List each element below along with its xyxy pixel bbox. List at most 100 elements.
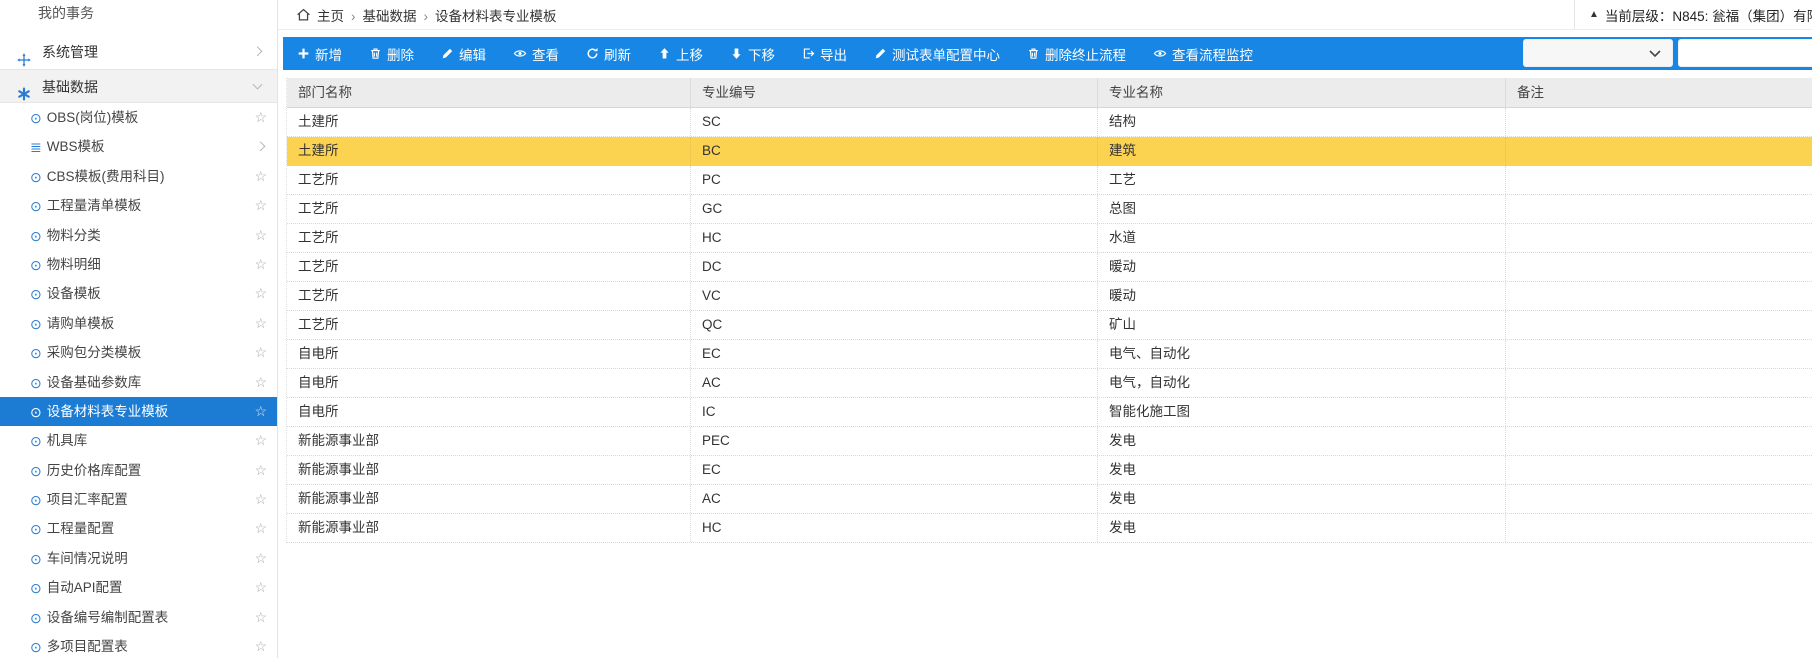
star-icon[interactable]: ☆ [254, 573, 267, 602]
toolbar-button-label: 编辑 [459, 44, 486, 64]
table-column-header[interactable]: 部门名称 [287, 78, 691, 107]
table-column-header[interactable]: 专业名称 [1098, 78, 1506, 107]
star-icon[interactable]: ☆ [254, 456, 267, 485]
star-icon[interactable]: ☆ [254, 162, 267, 191]
breadcrumb-item[interactable]: 设备材料表专业模板 [435, 9, 557, 24]
sidebar-item[interactable]: ⊙工程量清单模板☆ [0, 191, 277, 220]
chevron-right-icon[interactable] [253, 46, 263, 56]
arrow-up-icon [658, 47, 671, 60]
star-icon[interactable]: ☆ [254, 485, 267, 514]
star-icon[interactable]: ☆ [254, 250, 267, 279]
sidebar-item-label: WBS模板 [47, 139, 105, 154]
star-icon[interactable]: ☆ [254, 368, 267, 397]
toolbar-button-下移[interactable]: 下移 [730, 44, 775, 64]
toolbar-button-删除[interactable]: 删除 [369, 44, 414, 64]
star-icon[interactable]: ☆ [254, 603, 267, 632]
home-icon[interactable] [296, 7, 311, 22]
sidebar-item[interactable]: ⊙设备材料表专业模板☆ [0, 397, 277, 426]
sidebar-item[interactable]: ⊙请购单模板☆ [0, 309, 277, 338]
toolbar-button-删除终止流程[interactable]: 删除终止流程 [1027, 44, 1126, 64]
sidebar-item[interactable]: ⊙机具库☆ [0, 426, 277, 455]
table-row[interactable]: 新能源事业部EC发电 [287, 456, 1812, 485]
star-icon[interactable]: ☆ [254, 426, 267, 455]
sidebar: 我的事务 系统管理基础数据 ⊙OBS(岗位)模板☆≣WBS模板⊙CBS模板(费用… [0, 0, 278, 658]
sidebar-section-my-affairs[interactable]: 我的事务 [0, 0, 277, 27]
toolbar-search-input[interactable] [1678, 39, 1812, 67]
star-icon[interactable]: ☆ [254, 221, 267, 250]
toolbar-button-上移[interactable]: 上移 [658, 44, 703, 64]
table-row[interactable]: 工艺所GC总图 [287, 195, 1812, 224]
table-row[interactable]: 自电所EC电气、自动化 [287, 340, 1812, 369]
table-row[interactable]: 工艺所HC水道 [287, 224, 1812, 253]
sidebar-item-label: 采购包分类模板 [47, 345, 142, 360]
table-cell [1506, 108, 1812, 136]
table-cell: BC [691, 137, 1098, 165]
table-row[interactable]: 新能源事业部AC发电 [287, 485, 1812, 514]
sidebar-item[interactable]: ⊙多项目配置表☆ [0, 632, 277, 658]
star-icon[interactable]: ☆ [254, 103, 267, 132]
star-icon[interactable]: ☆ [254, 514, 267, 543]
toolbar-button-导出[interactable]: 导出 [802, 44, 847, 64]
star-icon[interactable]: ☆ [254, 632, 267, 658]
sidebar-group-system-admin[interactable]: 系统管理 [0, 35, 277, 69]
radio-icon: ⊙ [30, 639, 42, 655]
table-row[interactable]: 新能源事业部HC发电 [287, 514, 1812, 543]
app-root: 我的事务 系统管理基础数据 ⊙OBS(岗位)模板☆≣WBS模板⊙CBS模板(费用… [0, 0, 1812, 658]
table-row[interactable]: 工艺所PC工艺 [287, 166, 1812, 195]
chevron-right-icon[interactable] [256, 141, 266, 151]
sidebar-item[interactable]: ⊙工程量配置☆ [0, 514, 277, 543]
toolbar-button-label: 上移 [676, 44, 703, 64]
radio-icon: ⊙ [30, 404, 42, 420]
sidebar-item[interactable]: ⊙设备编号编制配置表☆ [0, 603, 277, 632]
sidebar-item[interactable]: ⊙采购包分类模板☆ [0, 338, 277, 367]
table-row[interactable]: 工艺所QC矿山 [287, 311, 1812, 340]
sidebar-item[interactable]: ⊙设备模板☆ [0, 279, 277, 308]
sidebar-group-base-data[interactable]: 基础数据 [0, 69, 277, 103]
breadcrumb-item[interactable]: 基础数据 [363, 9, 417, 24]
toolbar-button-label: 查看流程监控 [1172, 44, 1253, 64]
toolbar-button-编辑[interactable]: 编辑 [441, 44, 486, 64]
toolbar-button-label: 删除终止流程 [1045, 44, 1126, 64]
move-icon [17, 45, 31, 59]
star-icon[interactable]: ☆ [254, 191, 267, 220]
table-row[interactable]: 工艺所VC暖动 [287, 282, 1812, 311]
table-row[interactable]: 自电所IC智能化施工图 [287, 398, 1812, 427]
table-row[interactable]: 土建所SC结构 [287, 108, 1812, 137]
chevron-down-icon[interactable] [253, 80, 263, 90]
sidebar-item[interactable]: ⊙项目汇率配置☆ [0, 485, 277, 514]
sidebar-item[interactable]: ⊙车间情况说明☆ [0, 544, 277, 573]
toolbar-button-测试表单配置中心[interactable]: 测试表单配置中心 [874, 44, 1000, 64]
sidebar-item[interactable]: ⊙自动API配置☆ [0, 573, 277, 602]
toolbar-button-查看流程监控[interactable]: 查看流程监控 [1153, 44, 1253, 64]
sidebar-item[interactable]: ⊙设备基础参数库☆ [0, 368, 277, 397]
star-icon[interactable]: ☆ [254, 279, 267, 308]
table-row[interactable]: 新能源事业部PEC发电 [287, 427, 1812, 456]
star-icon[interactable]: ☆ [254, 544, 267, 573]
table-cell [1506, 427, 1812, 455]
sidebar-item[interactable]: ⊙OBS(岗位)模板☆ [0, 103, 277, 132]
table-row[interactable]: 土建所BC建筑 [287, 137, 1812, 166]
table-row[interactable]: 工艺所DC暖动 [287, 253, 1812, 282]
sidebar-item[interactable]: ⊙物料分类☆ [0, 221, 277, 250]
star-icon[interactable]: ☆ [254, 309, 267, 338]
sidebar-item[interactable]: ⊙历史价格库配置☆ [0, 456, 277, 485]
table-cell: 总图 [1098, 195, 1506, 223]
sidebar-item[interactable]: ⊙CBS模板(费用科目)☆ [0, 162, 277, 191]
star-icon[interactable]: ☆ [254, 397, 267, 426]
table-header-row: 部门名称专业编号专业名称备注 [287, 78, 1812, 108]
sidebar-item[interactable]: ⊙物料明细☆ [0, 250, 277, 279]
table-row[interactable]: 自电所AC电气，自动化 [287, 369, 1812, 398]
breadcrumb-item[interactable]: 主页 [317, 9, 344, 24]
table-column-header[interactable]: 专业编号 [691, 78, 1098, 107]
star-icon[interactable]: ☆ [254, 338, 267, 367]
sidebar-item[interactable]: ≣WBS模板 [0, 132, 277, 161]
table-column-header[interactable]: 备注 [1506, 78, 1812, 107]
eye-icon [513, 47, 527, 60]
table-cell [1506, 514, 1812, 542]
toolbar-button-刷新[interactable]: 刷新 [586, 44, 631, 64]
toolbar-button-查看[interactable]: 查看 [513, 44, 559, 64]
toolbar-select[interactable] [1523, 39, 1673, 67]
table-cell: 土建所 [287, 108, 691, 136]
table-cell [1506, 340, 1812, 368]
toolbar-button-新增[interactable]: 新增 [297, 44, 342, 64]
